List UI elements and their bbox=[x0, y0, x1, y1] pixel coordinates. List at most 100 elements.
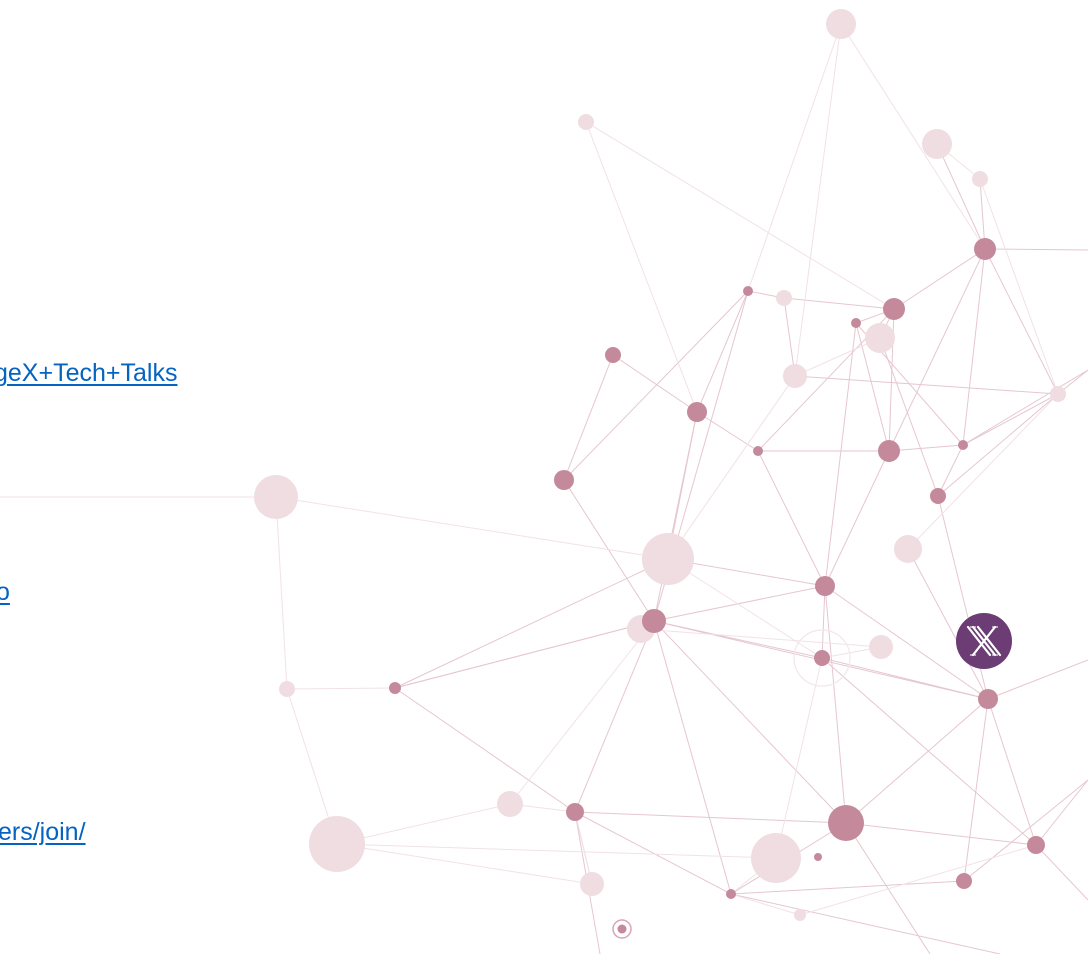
network-edge bbox=[962, 369, 1088, 446]
network-edge bbox=[984, 248, 1059, 395]
network-faint-edge bbox=[585, 121, 698, 413]
network-edge bbox=[574, 620, 655, 813]
network-edges bbox=[394, 143, 1088, 954]
network-node bbox=[815, 576, 835, 596]
network-node bbox=[883, 298, 905, 320]
network-node bbox=[554, 470, 574, 490]
network-edge bbox=[962, 393, 1059, 446]
network-node bbox=[930, 488, 946, 504]
network-edge bbox=[563, 354, 614, 481]
network-edge bbox=[821, 585, 826, 659]
network-edge bbox=[783, 297, 895, 310]
network-node-faint bbox=[642, 533, 694, 585]
network-edge bbox=[730, 893, 1001, 954]
network-edge bbox=[987, 698, 1037, 846]
network-node bbox=[958, 440, 968, 450]
network-edge bbox=[937, 444, 964, 497]
network-node-faint bbox=[776, 290, 792, 306]
network-node-faint bbox=[497, 791, 523, 817]
network-faint-edge bbox=[667, 375, 796, 560]
network-edge bbox=[653, 411, 698, 622]
network-edge bbox=[888, 248, 986, 452]
network-faint-edge bbox=[585, 121, 895, 310]
network-node-faint bbox=[279, 681, 295, 697]
target-node bbox=[612, 919, 632, 939]
network-edge bbox=[824, 322, 857, 587]
network-edge bbox=[963, 779, 1088, 882]
network-faint-edge bbox=[907, 393, 1059, 550]
network-edge bbox=[845, 698, 989, 824]
network-faint-edges bbox=[0, 23, 1059, 916]
network-node-faint bbox=[783, 364, 807, 388]
network-edge bbox=[893, 248, 986, 310]
network-edge bbox=[563, 479, 655, 622]
network-edge bbox=[936, 143, 986, 250]
network-faint-edge bbox=[775, 657, 823, 859]
network-node bbox=[1027, 836, 1045, 854]
network-node bbox=[974, 238, 996, 260]
network-nodes bbox=[254, 9, 1066, 921]
network-graph-decoration bbox=[0, 9, 1088, 954]
network-faint-edge bbox=[275, 496, 669, 560]
network-edge bbox=[824, 585, 847, 824]
network-node bbox=[753, 446, 763, 456]
network-faint-edge bbox=[840, 23, 986, 250]
network-node bbox=[814, 650, 830, 666]
network-node-faint bbox=[865, 323, 895, 353]
network-faint-edge bbox=[730, 893, 801, 916]
network-node-faint bbox=[869, 635, 893, 659]
network-node bbox=[642, 609, 666, 633]
network-node-faint bbox=[972, 171, 988, 187]
network-edge bbox=[696, 290, 749, 413]
network-edge bbox=[879, 337, 939, 497]
tech-talks-link[interactable]: geX+Tech+Talks bbox=[0, 359, 177, 388]
network-edge bbox=[1035, 844, 1088, 901]
network-node bbox=[389, 682, 401, 694]
network-edge bbox=[794, 375, 1059, 395]
network-edge bbox=[937, 393, 1059, 497]
link-2[interactable]: o bbox=[0, 578, 10, 607]
network-node-faint bbox=[894, 535, 922, 563]
network-edge bbox=[963, 698, 989, 882]
network-edge bbox=[563, 290, 749, 481]
network-faint-edge bbox=[336, 843, 593, 885]
network-edge bbox=[394, 687, 576, 813]
network-edge bbox=[845, 822, 1037, 846]
network-node bbox=[566, 803, 584, 821]
network-node-faint bbox=[1050, 386, 1066, 402]
network-faint-edge bbox=[286, 687, 396, 690]
network-node-faint bbox=[580, 872, 604, 896]
network-node bbox=[878, 440, 900, 462]
network-edge bbox=[394, 620, 655, 689]
network-edge bbox=[962, 248, 986, 446]
network-faint-edge bbox=[794, 23, 842, 377]
network-node-faint bbox=[254, 475, 298, 519]
network-node-faint bbox=[922, 129, 952, 159]
network-node bbox=[956, 873, 972, 889]
network-node bbox=[814, 853, 822, 861]
network-node bbox=[828, 805, 864, 841]
join-link[interactable]: ers/join/ bbox=[0, 818, 86, 847]
network-node-faint bbox=[751, 833, 801, 883]
network-node bbox=[605, 347, 621, 363]
network-edge bbox=[696, 411, 759, 452]
network-edge bbox=[984, 248, 1088, 251]
network-node bbox=[978, 689, 998, 709]
network-edge bbox=[824, 450, 890, 587]
network-faint-edge bbox=[275, 496, 288, 690]
network-edge bbox=[612, 354, 698, 413]
network-faint-edge bbox=[336, 843, 777, 859]
network-faint-edge bbox=[509, 620, 655, 805]
x-logo-icon bbox=[956, 613, 1012, 669]
network-node-faint bbox=[794, 909, 806, 921]
network-node-faint bbox=[826, 9, 856, 39]
network-edge bbox=[757, 450, 826, 587]
network-node bbox=[743, 286, 753, 296]
network-node bbox=[687, 402, 707, 422]
network-node bbox=[851, 318, 861, 328]
network-edge bbox=[394, 558, 669, 689]
network-node bbox=[726, 889, 736, 899]
network-edge bbox=[653, 585, 826, 622]
network-node-faint bbox=[578, 114, 594, 130]
network-faint-edge bbox=[747, 23, 842, 292]
